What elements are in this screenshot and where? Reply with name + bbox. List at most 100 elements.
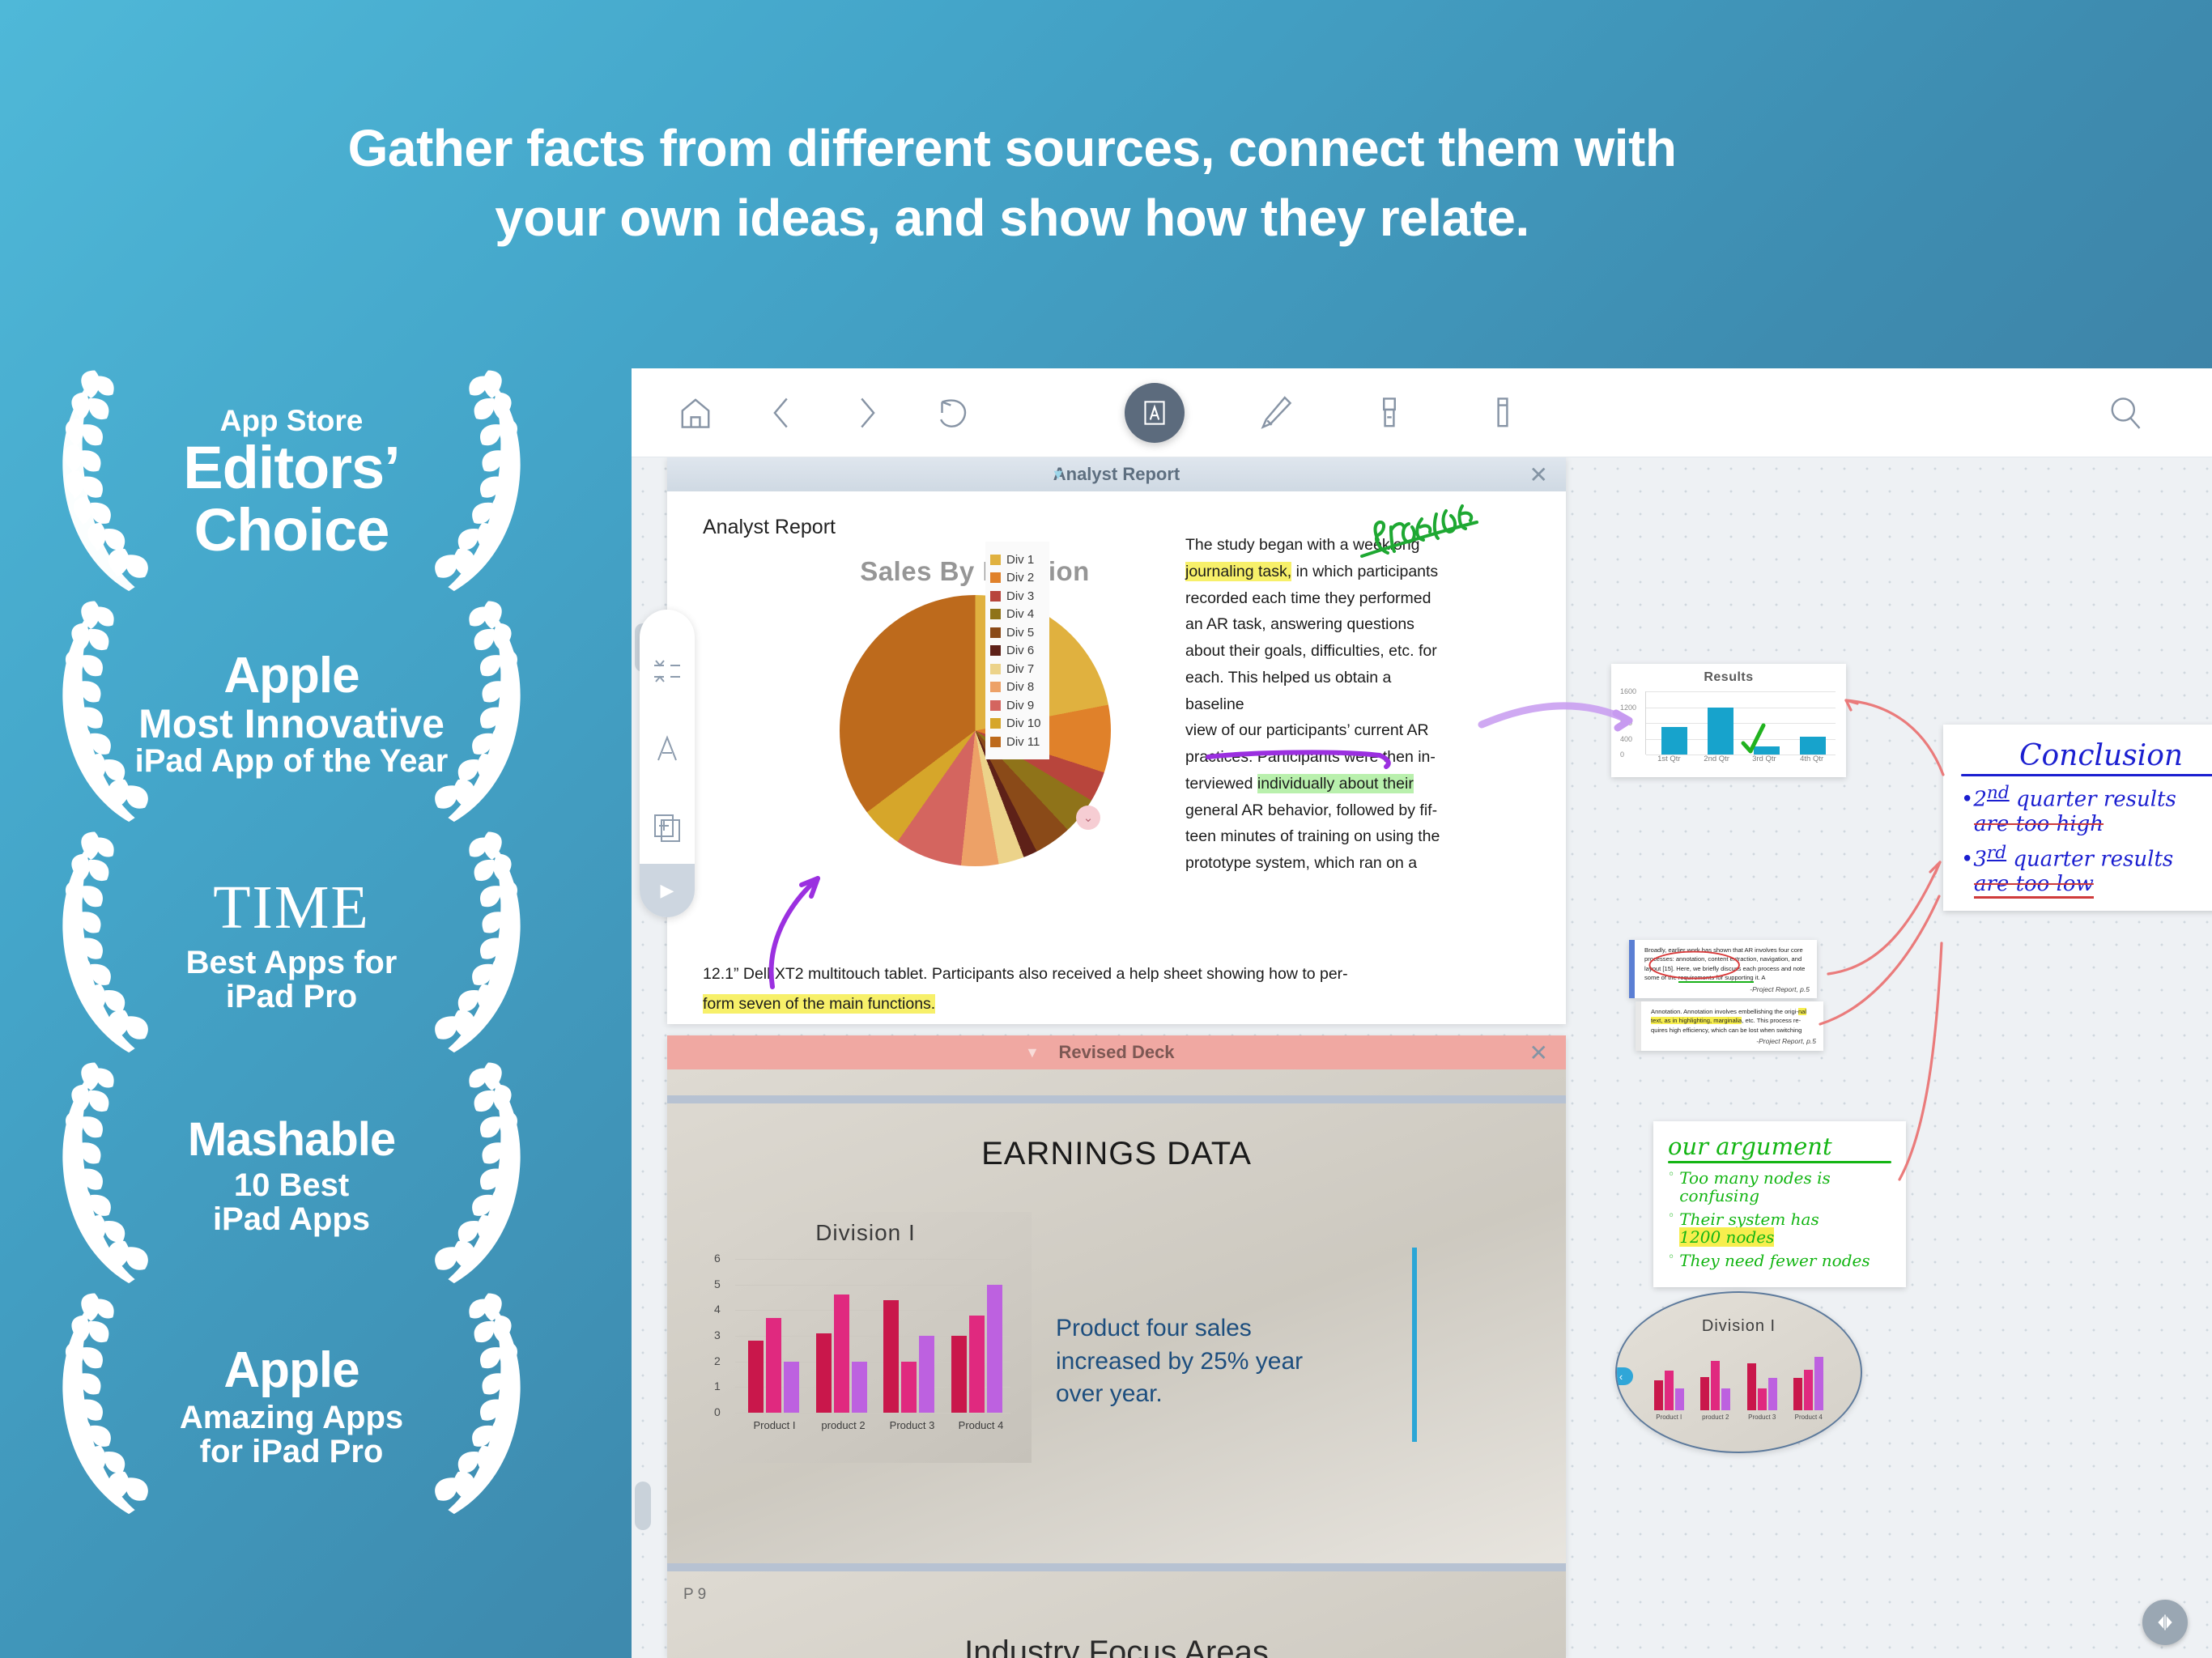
back-chevron-icon[interactable] (759, 391, 803, 435)
laurel-wreath-icon (435, 1293, 521, 1515)
award-line: iPad Apps (212, 1201, 371, 1237)
add-page-icon[interactable] (651, 810, 683, 843)
legend-item: Div 3 (990, 589, 1041, 603)
analyst-panel-titlebar[interactable]: ▼ Analyst Report ✕ (667, 457, 1566, 491)
close-icon[interactable]: ✕ (1529, 1039, 1548, 1066)
analyst-panel-title: Analyst Report (1053, 464, 1180, 484)
our-argument-note-card[interactable]: our argument ◦ Too many nodes is confusi… (1653, 1121, 1906, 1287)
bar-group (875, 1259, 943, 1413)
conclusion-bullet-2: •3rd quarter results are too low (1961, 842, 2212, 899)
search-icon[interactable] (2104, 391, 2147, 435)
x-tick: Product 3 (889, 1419, 935, 1431)
argument-bullet: ◦ They need fewer nodes (1668, 1251, 1870, 1270)
results-chart-card[interactable]: Results 1600 1200 800 400 0 1st Qtr 2nd … (1611, 664, 1846, 777)
deck-panel-titlebar[interactable]: ▼ Revised Deck ✕ (667, 1035, 1566, 1069)
slide-title: Industry Focus Areas (964, 1635, 1269, 1658)
legend-label: Div 4 (1006, 607, 1035, 621)
analyst-report-panel[interactable]: ▼ Analyst Report ✕ Analyst Report Sales … (667, 457, 1566, 1024)
results-chart-plot: 1600 1200 800 400 0 (1620, 687, 1836, 759)
revised-deck-panel[interactable]: ▼ Revised Deck ✕ EARNINGS DATA Division … (667, 1035, 1566, 1658)
award-line: for iPad Pro (199, 1433, 384, 1469)
collapse-lines-icon[interactable] (651, 655, 683, 687)
award-line: Editors’ (183, 433, 400, 501)
document-tool-rail[interactable]: ▶ (640, 610, 695, 917)
award-badge-mashable: Mashable 10 Best iPad Apps (32, 1061, 551, 1291)
project-report-excerpt-1[interactable]: Broadly, earlier work has shown that AR … (1629, 940, 1817, 999)
award-line: TIME (213, 874, 370, 942)
slide-divider (667, 1095, 1566, 1103)
project-report-excerpt-2[interactable]: Annotation. Annotation involves embellis… (1636, 1001, 1823, 1051)
eraser-tool-icon[interactable] (1481, 391, 1525, 435)
collapse-caret-icon[interactable]: ▼ (1025, 1044, 1040, 1061)
pen-tool-icon[interactable] (1254, 391, 1298, 435)
legend-item: Div 9 (990, 699, 1041, 712)
home-icon[interactable] (674, 391, 717, 435)
bullet-text: quarter results (2006, 847, 2174, 872)
text-tool-icon[interactable] (1125, 382, 1185, 443)
sales-by-division-chart: Sales By Division (748, 556, 1202, 866)
node-bar-chart (1646, 1346, 1832, 1410)
node-collapse-handle[interactable]: ‹ (1617, 1367, 1633, 1385)
highlighter-tool-icon[interactable] (1368, 391, 1411, 435)
bar (1697, 691, 1743, 755)
toolbar-tool-group (1125, 382, 1525, 443)
undo-icon[interactable] (931, 391, 975, 435)
award-line: Best Apps for (185, 945, 398, 981)
award-badge-amazing-apps: Apple Amazing Apps for iPad Pro (32, 1291, 551, 1522)
body-line: each. This helped us obtain a baseline (1185, 668, 1392, 713)
text-style-icon[interactable] (651, 733, 683, 765)
x-tick: Product I (1656, 1414, 1682, 1421)
x-tick: 2nd Qtr (1704, 755, 1729, 763)
award-line: iPad Pro (225, 979, 358, 1015)
deck-panel-title: Revised Deck (1058, 1042, 1175, 1062)
award-line: App Store (219, 404, 364, 438)
chart-title: Sales By Division (860, 556, 1090, 586)
collapse-caret-icon[interactable]: ▼ (1051, 466, 1066, 483)
close-icon[interactable]: ✕ (1529, 461, 1548, 488)
legend-label: Div 3 (1006, 589, 1035, 603)
split-arrows-icon (2158, 1614, 2172, 1630)
laurel-wreath-icon (62, 370, 148, 592)
deck-slide-earnings-data[interactable]: EARNINGS DATA Division I 6 5 4 3 2 1 0 P… (667, 1069, 1566, 1563)
award-line: Mashable (187, 1112, 396, 1166)
forward-chevron-icon[interactable] (845, 391, 889, 435)
page-number: P 9 (683, 1586, 707, 1603)
rail-expand-button[interactable]: ▶ (640, 864, 695, 917)
app-window: ▼ Analyst Report ✕ Analyst Report Sales … (632, 368, 2212, 1658)
x-tick: product 2 (1702, 1414, 1729, 1421)
bullet-ordinal: rd (1986, 842, 2007, 863)
x-tick: 1st Qtr (1657, 755, 1681, 763)
workspace-canvas[interactable]: ▼ Analyst Report ✕ Analyst Report Sales … (632, 457, 2212, 1658)
bar-chart-plot: 6 5 4 3 2 1 0 (714, 1252, 1010, 1418)
deck-slide-industry-focus[interactable]: P 9 Industry Focus Areas (667, 1571, 1566, 1658)
slide-title: EARNINGS DATA (981, 1136, 1252, 1171)
node-x-labels: Product I product 2 Product 3 Product 4 (1646, 1414, 1832, 1421)
award-badge-time-best-apps: TIME Best Apps for iPad Pro (32, 830, 551, 1061)
bullet-number: 3 (1973, 847, 1987, 872)
award-badge-editors-choice: App Store Editors’ Choice (32, 368, 551, 599)
slide-callout-text: Product four sales increased by 25% year… (1056, 1315, 1304, 1407)
argument-title: our argument (1668, 1133, 1832, 1160)
panel-resize-handle-bottom[interactable] (635, 1482, 651, 1530)
panel-split-handle[interactable] (2142, 1600, 2188, 1645)
legend-label: Div 10 (1006, 716, 1041, 730)
body-line: an AR task, answering questions (1185, 615, 1414, 634)
bar-group (808, 1259, 876, 1413)
award-line: 10 Best (233, 1167, 350, 1204)
analyst-report-document: Analyst Report Sales By Division Div 1 D… (667, 491, 1566, 1024)
y-tick: 400 (1620, 734, 1633, 743)
conclusion-note-card[interactable]: Conclusion •2nd quarter results are too … (1943, 725, 2212, 911)
highlight-individually: individually about their (1257, 773, 1414, 793)
page-headline: Gather facts from different sources, con… (0, 113, 2024, 253)
bar (1651, 691, 1697, 755)
body-line: prototype system, which ran on a (1185, 854, 1418, 872)
y-tick: 3 (714, 1329, 721, 1341)
legend-item: Div 8 (990, 680, 1041, 694)
laurel-wreath-icon (62, 1293, 148, 1515)
award-line: Apple (223, 648, 359, 704)
slide-divider (667, 1563, 1566, 1571)
legend-item: Div 4 (990, 607, 1041, 621)
division-one-node[interactable]: Division I Product I product 2 Product 3… (1615, 1291, 1862, 1453)
collapse-chevron-badge[interactable]: ⌄ (1076, 806, 1100, 830)
bullet-number: 2 (1973, 787, 1987, 812)
